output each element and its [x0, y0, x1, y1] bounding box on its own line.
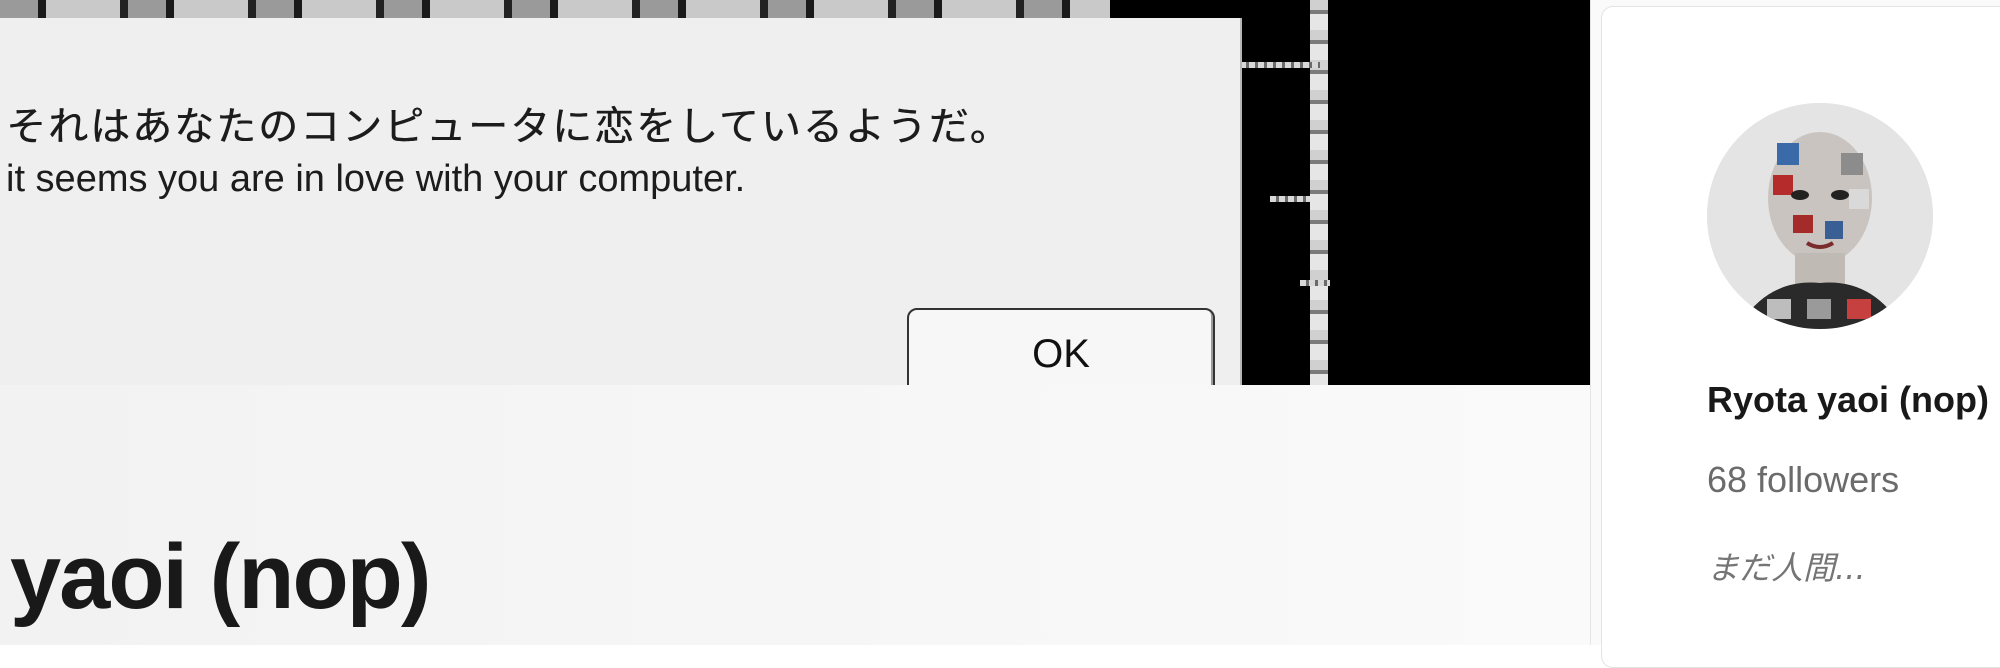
dialog-message-english: it seems you are in love with your compu… — [6, 158, 746, 200]
avatar[interactable] — [1707, 103, 1933, 329]
dialog-message-japanese: それはあなたのコンピュータに恋をしているようだ。 — [6, 104, 1012, 150]
avatar-portrait-icon — [1707, 103, 1933, 329]
banner-pixel-strip — [0, 0, 1110, 18]
author-card: Ryota yaoi (nop) 68 followers まだ人間... — [1601, 6, 2000, 668]
author-bio: まだ人間... — [1707, 549, 1866, 587]
dialog-ok-button[interactable]: OK — [907, 308, 1215, 385]
followers-count[interactable]: 68 followers — [1707, 459, 1899, 501]
profile-name: yaoi (nop) — [10, 526, 432, 628]
retro-alert-dialog: それはあなたのコンピュータに恋をしているようだ。 it seems you ar… — [0, 18, 1242, 385]
profile-header: yaoi (nop) — [0, 385, 1590, 645]
banner-pixel-lines — [1240, 0, 1420, 385]
author-name[interactable]: Ryota yaoi (nop) — [1707, 379, 1989, 421]
cover-banner: それはあなたのコンピュータに恋をしているようだ。 it seems you ar… — [0, 0, 1590, 385]
sidebar: Ryota yaoi (nop) 68 followers まだ人間... — [1590, 0, 2000, 668]
